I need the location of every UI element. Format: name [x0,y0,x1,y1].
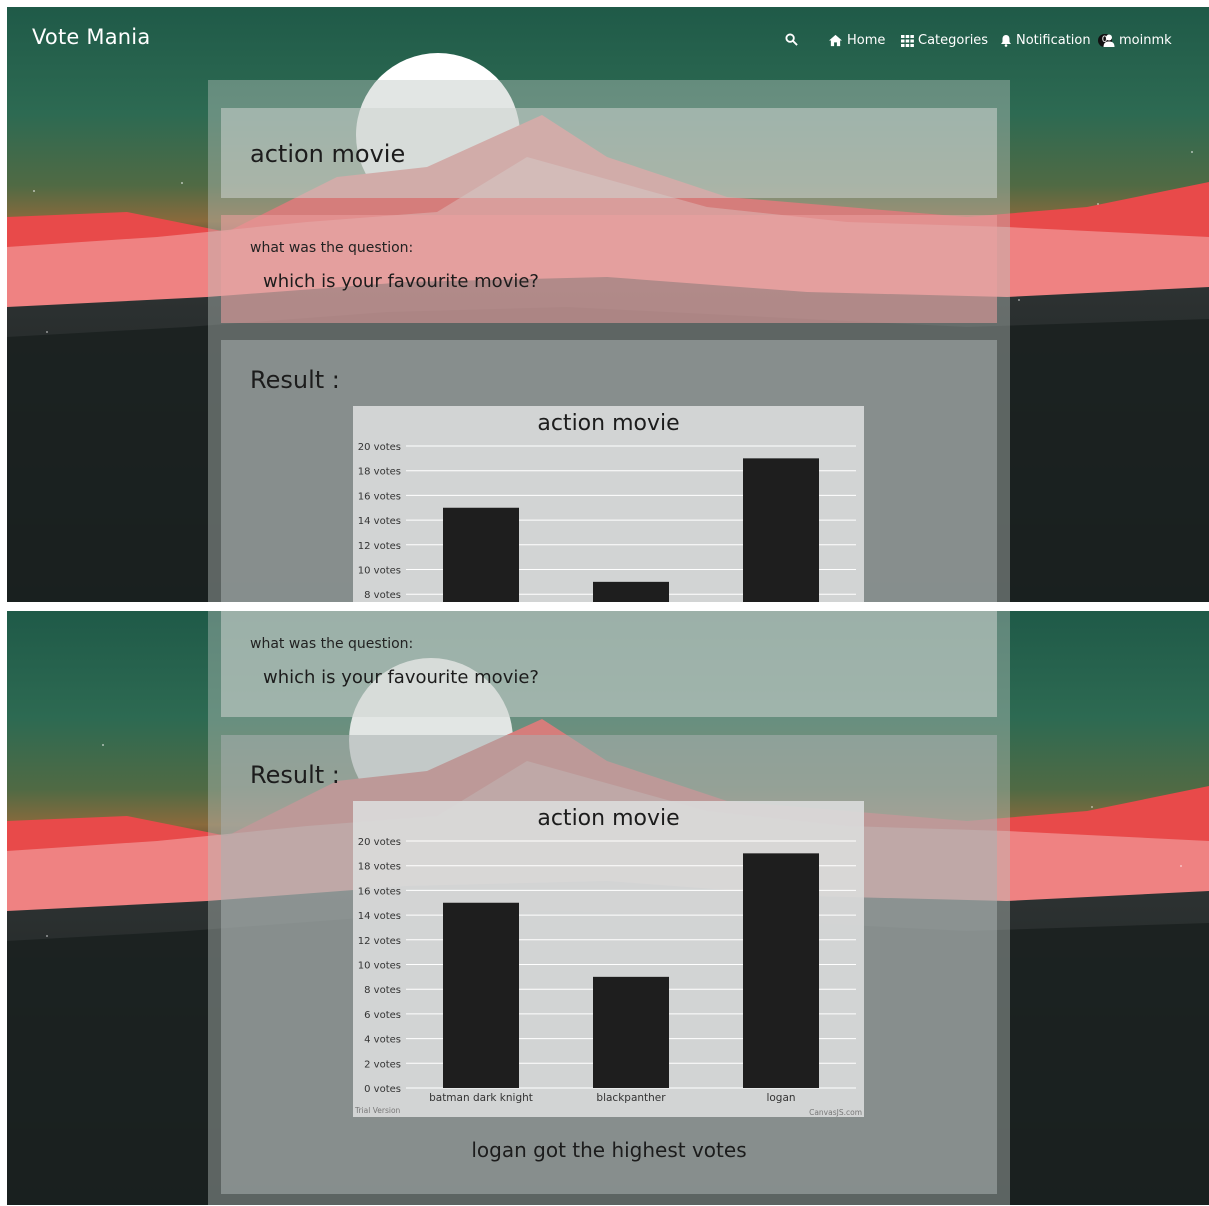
grid-icon [901,34,914,47]
bar-blackpanther[interactable] [593,976,669,1088]
nav-user-label: moinmk [1119,33,1172,48]
nav-categories-label: Categories [918,33,989,48]
poll-title: action movie [250,140,406,168]
bar-batman-dark-knight[interactable] [443,507,519,602]
y-tick-label: 20 votes [358,442,401,453]
y-tick-label: 4 votes [364,1035,401,1046]
y-tick-label: 14 votes [358,911,401,922]
y-tick-label: 20 votes [358,837,401,848]
result-card: Result : action movie 0 votes 2 votes 4 vot… [221,735,997,1194]
y-tick-label: 16 votes [358,491,401,502]
y-tick-label: 18 votes [358,862,401,873]
trial-version-watermark: Trial Version [354,1106,401,1115]
vote-bar-chart: action movie0 votes2 votes4 votes6 votes… [358,411,856,602]
question-text: which is your favourite movie? [263,271,539,292]
home-icon [829,34,842,47]
screenshot-top: Vote Mania Home Categories Notification … [7,7,1209,602]
result-label: Result : [250,366,340,394]
bar-logan[interactable] [743,458,819,602]
user-icon [1103,34,1115,47]
question-text: which is your favourite movie? [263,667,539,688]
question-label: what was the question: [250,240,414,256]
y-tick-label: 10 votes [358,961,401,972]
y-tick-label: 14 votes [358,516,401,527]
bell-icon [1001,35,1011,47]
y-tick-label: 2 votes [364,1059,401,1070]
nav-user[interactable]: moinmk [1103,33,1172,48]
nav-notification[interactable]: Notification 0 [1000,33,1112,48]
y-tick-label: 16 votes [358,886,401,897]
search-icon [785,33,798,46]
result-summary: logan got the highest votes [471,1138,747,1162]
chart-title: action movie [537,411,679,436]
y-tick-label: 12 votes [358,541,401,552]
question-label: what was the question: [250,636,414,652]
x-tick-label: blackpanther [596,1092,666,1104]
screenshot-bottom: what was the question: which is your fav… [7,611,1209,1205]
chart-area: action movie 0 votes 2 votes 4 votes 6 votes… [353,801,864,1117]
nav-home-label: Home [847,33,886,48]
canvasjs-credit-link[interactable]: CanvasJS.com [809,1108,862,1117]
bar-blackpanther[interactable] [593,581,669,602]
chart-area: action movie0 votes2 votes4 votes6 votes… [353,406,864,602]
chart-title: action movie [537,806,679,831]
y-tick-label: 12 votes [358,936,401,947]
y-tick-label: 8 votes [364,985,401,996]
result-card: Result : action movie0 votes2 votes4 vot… [221,340,997,602]
x-tick-label: logan [766,1092,795,1104]
nav-categories[interactable]: Categories [901,33,988,48]
search-button[interactable] [785,33,798,46]
question-card: what was the question: which is your fav… [221,611,997,717]
y-tick-label: 18 votes [358,467,401,478]
bar-batman-dark-knight[interactable] [443,902,519,1088]
nav-notification-label: Notification [1016,33,1091,48]
y-tick-label: 6 votes [364,1010,401,1021]
brand-logo[interactable]: Vote Mania [32,25,150,49]
poll-title-card: action movie [221,108,997,198]
question-card: what was the question: which is your fav… [221,215,997,323]
nav-home[interactable]: Home [828,33,885,48]
x-tick-label: batman dark knight [429,1092,533,1104]
y-tick-label: 10 votes [358,566,401,577]
result-label: Result : [250,761,340,789]
y-tick-label: 0 votes [364,1084,401,1095]
vote-bar-chart: action movie 0 votes 2 votes 4 votes 6 votes… [354,806,862,1117]
y-tick-label: 8 votes [364,590,401,601]
bar-logan[interactable] [743,853,819,1088]
